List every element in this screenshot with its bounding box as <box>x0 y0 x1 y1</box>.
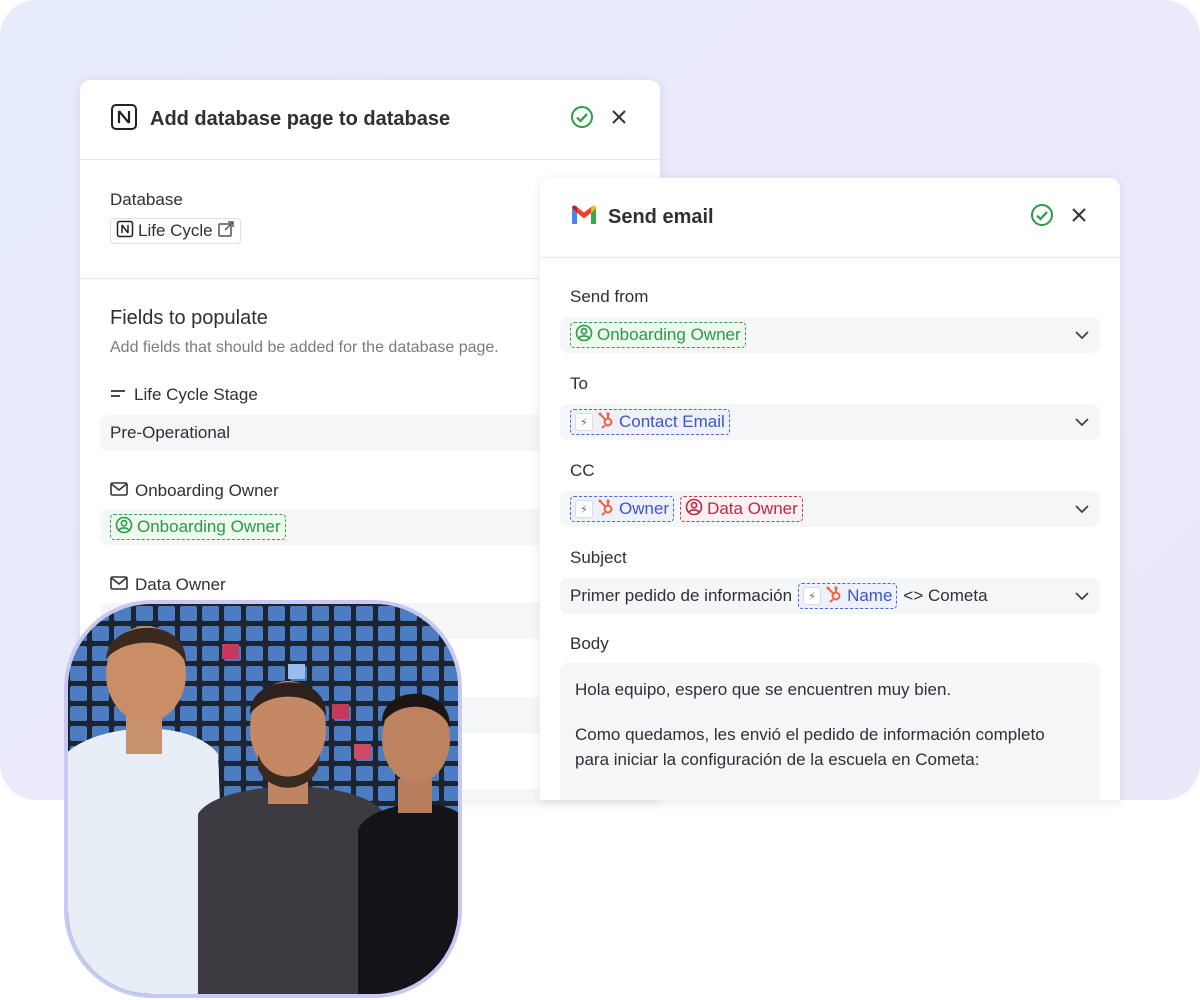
notion-icon <box>110 103 138 136</box>
send-from-token[interactable]: Onboarding Owner <box>570 322 746 348</box>
field-label-life-cycle-stage: Life Cycle Stage <box>134 385 258 404</box>
send-from-select[interactable]: Onboarding Owner <box>560 317 1100 353</box>
cc-select[interactable]: ⚡ Owner Data Owner <box>560 491 1100 527</box>
to-token[interactable]: ⚡ Contact Email <box>570 409 730 435</box>
check-circle-icon[interactable] <box>570 105 594 134</box>
subject-suffix-text: <> Cometa <box>903 586 988 605</box>
gmail-icon <box>570 204 598 231</box>
database-chip[interactable]: Life Cycle <box>110 218 241 244</box>
to-token-label: Contact Email <box>619 412 725 431</box>
chevron-down-icon[interactable] <box>1074 504 1090 514</box>
hubspot-icon <box>825 585 843 608</box>
external-link-icon[interactable] <box>217 220 235 243</box>
notion-card-header: Add database page to database <box>80 80 660 160</box>
cc-owner-token[interactable]: ⚡ Owner <box>570 496 675 522</box>
team-photo <box>64 600 462 998</box>
hubspot-icon <box>597 498 615 521</box>
mail-icon <box>110 481 128 501</box>
user-circle-icon <box>115 516 133 539</box>
notion-small-icon <box>116 220 134 243</box>
body-label: Body <box>570 634 609 653</box>
mail-icon <box>110 575 128 595</box>
body-line: para iniciar la configuración de la escu… <box>575 750 980 769</box>
bolt-icon: ⚡ <box>575 500 593 518</box>
hubspot-icon <box>597 411 615 434</box>
cc-data-owner-token-label: Data Owner <box>707 499 798 518</box>
user-circle-icon <box>575 324 593 347</box>
send-from-token-label: Onboarding Owner <box>597 325 741 344</box>
close-icon[interactable] <box>1068 204 1090 231</box>
chevron-down-icon[interactable] <box>1074 330 1090 340</box>
cc-label: CC <box>570 461 595 480</box>
field-label-data-owner: Data Owner <box>135 575 226 594</box>
check-circle-icon[interactable] <box>1030 203 1054 232</box>
bolt-icon: ⚡ <box>803 587 822 605</box>
to-label: To <box>570 374 588 393</box>
text-field-icon <box>110 385 126 405</box>
body-textarea[interactable]: Hola equipo, espero que se encuentren mu… <box>560 663 1100 800</box>
subject-input[interactable]: Primer pedido de información ⚡ Name <> C… <box>560 578 1100 614</box>
chevron-down-icon[interactable] <box>1074 591 1090 601</box>
chevron-down-icon[interactable] <box>1074 417 1090 427</box>
gmail-card-title: Send email <box>608 206 714 228</box>
user-circle-icon <box>685 498 703 521</box>
to-select[interactable]: ⚡ Contact Email <box>560 404 1100 440</box>
subject-label: Subject <box>570 548 627 567</box>
notion-card-title: Add database page to database <box>150 108 451 130</box>
body-line: Como quedamos, les envió el pedido de in… <box>575 725 1045 744</box>
life-cycle-stage-value: Pre-Operational <box>110 423 231 442</box>
bolt-icon: ⚡ <box>575 413 593 431</box>
send-from-label: Send from <box>570 287 649 306</box>
onboarding-owner-token-label: Onboarding Owner <box>137 517 281 536</box>
gmail-card-header: Send email <box>540 178 1120 258</box>
onboarding-owner-token[interactable]: Onboarding Owner <box>110 514 286 540</box>
close-icon[interactable] <box>608 106 630 133</box>
database-name: Life Cycle <box>138 221 213 240</box>
body-line: Hola equipo, espero que se encuentren mu… <box>575 680 952 699</box>
subject-name-token[interactable]: ⚡ Name <box>798 583 898 609</box>
gmail-action-card: Send email Send from Onboarding Owner To… <box>540 178 1120 800</box>
cc-owner-token-label: Owner <box>619 499 670 518</box>
field-label-onboarding-owner: Onboarding Owner <box>135 481 279 500</box>
subject-name-token-label: Name <box>847 586 893 605</box>
team-photo-illustration <box>68 604 458 994</box>
cc-data-owner-token[interactable]: Data Owner <box>680 496 803 522</box>
subject-prefix-text: Primer pedido de información <box>570 586 793 605</box>
